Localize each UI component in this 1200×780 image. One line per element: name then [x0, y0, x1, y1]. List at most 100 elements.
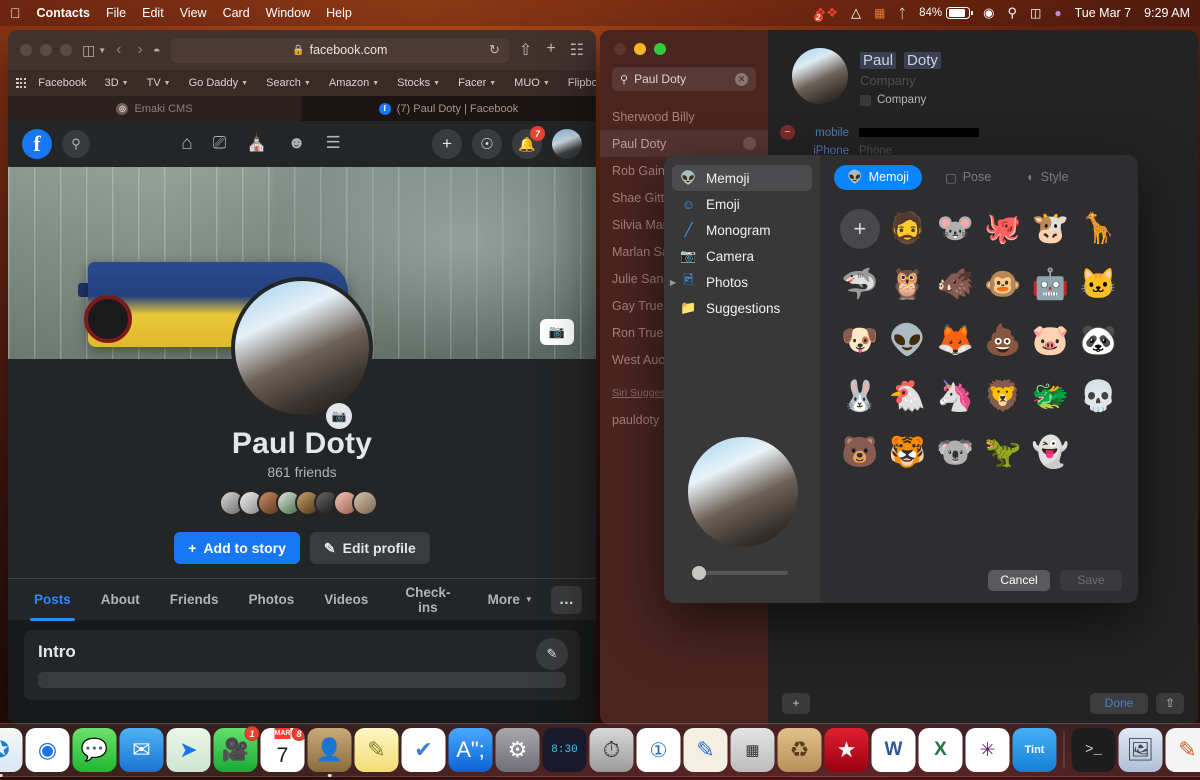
- picker-menu-item-monogram[interactable]: ╱ Monogram: [672, 217, 812, 243]
- memoji-cow[interactable]: 🐮: [1027, 205, 1075, 253]
- share-contact-button[interactable]: ⇧: [1156, 692, 1184, 714]
- facebook-logo-icon[interactable]: f: [22, 129, 52, 159]
- memoji-dinosaur[interactable]: 🦖: [979, 429, 1027, 477]
- menu-icon[interactable]: ☰: [325, 133, 340, 155]
- intro-edit-button[interactable]: ✎: [536, 638, 568, 670]
- new-tab-icon[interactable]: +: [546, 40, 555, 60]
- minimize-button[interactable]: [634, 43, 646, 55]
- back-button[interactable]: ‹: [116, 41, 121, 59]
- last-name-field[interactable]: Doty: [904, 52, 941, 69]
- memoji-pig[interactable]: 🐷: [1027, 317, 1075, 365]
- clear-icon[interactable]: ✕: [735, 72, 748, 86]
- bookmark-3d[interactable]: 3D ▼: [96, 77, 138, 89]
- phone-label[interactable]: mobile: [805, 127, 849, 139]
- dock-item-contacts[interactable]: 👤: [307, 728, 352, 777]
- tab-memoji[interactable]: 👽 Memoji: [834, 164, 922, 190]
- cancel-button[interactable]: Cancel: [988, 569, 1050, 591]
- zoom-button[interactable]: [60, 44, 72, 56]
- dock-item-calendar[interactable]: MAR 7 8: [260, 728, 305, 772]
- dock-item-messages[interactable]: 💬: [72, 728, 117, 772]
- phone-row-mobile[interactable]: − mobile: [780, 125, 979, 140]
- wifi-icon[interactable]: ◉: [983, 5, 994, 21]
- close-button[interactable]: [20, 44, 32, 56]
- picker-menu-item-camera[interactable]: 📷 Camera: [672, 243, 812, 269]
- friends-count[interactable]: 861 friends: [8, 464, 596, 480]
- bookmark-facer[interactable]: Facer ▼: [449, 77, 505, 89]
- chevron-down-icon[interactable]: ▼: [98, 46, 106, 55]
- memoji-robot[interactable]: 🤖: [1027, 261, 1075, 309]
- menu-item-help[interactable]: Help: [326, 6, 352, 20]
- create-button[interactable]: +: [432, 129, 462, 159]
- picker-menu-item-suggestions[interactable]: 📁 Suggestions: [672, 295, 812, 321]
- bookmark-search[interactable]: Search ▼: [257, 77, 320, 89]
- bookmark-muo[interactable]: MUO ▼: [505, 77, 559, 89]
- friend-thumbnail[interactable]: [352, 490, 378, 516]
- memoji-cat[interactable]: 🐱: [1074, 261, 1122, 309]
- memoji-ghost[interactable]: 👻: [1027, 429, 1075, 477]
- tab-videos[interactable]: Videos: [312, 579, 380, 621]
- memoji-monkey[interactable]: 🐵: [979, 261, 1027, 309]
- memoji-tiger[interactable]: 🐯: [884, 429, 932, 477]
- dock-item-grocery-bag[interactable]: ♻: [777, 728, 822, 772]
- dock-item-preview[interactable]: 🖼: [1118, 728, 1163, 772]
- tab-photos[interactable]: Photos: [237, 579, 307, 621]
- zoom-slider[interactable]: [692, 566, 788, 580]
- done-button[interactable]: Done: [1090, 692, 1148, 714]
- dock-item-notability[interactable]: ✎: [683, 728, 728, 772]
- memoji-bear[interactable]: 🐻: [836, 429, 884, 477]
- privacy-shield-icon[interactable]: ◓: [153, 43, 161, 58]
- dock-item-maps[interactable]: ➤: [166, 728, 211, 772]
- list-item[interactable]: Paul Doty: [600, 130, 768, 157]
- company-checkbox[interactable]: Company: [860, 94, 926, 106]
- forward-button[interactable]: ›: [137, 41, 142, 59]
- add-to-story-button[interactable]: + Add to story: [174, 532, 300, 564]
- dock-item-system-settings[interactable]: ⚙: [495, 728, 540, 772]
- friend-thumbnails[interactable]: [8, 490, 596, 516]
- memoji-fox[interactable]: 🦊: [931, 317, 979, 365]
- window-traffic-lights[interactable]: [20, 44, 72, 56]
- tab-pose[interactable]: ▢ Pose: [932, 165, 1004, 190]
- memoji-lion[interactable]: 🦁: [979, 373, 1027, 421]
- edit-profile-button[interactable]: ✎ Edit profile: [309, 532, 430, 564]
- avatar[interactable]: [552, 129, 582, 159]
- close-button[interactable]: [614, 43, 626, 55]
- bookmark-amazon[interactable]: Amazon ▼: [320, 77, 388, 89]
- dock-item-pokerstars[interactable]: ★: [824, 728, 869, 772]
- profile-avatar[interactable]: [231, 277, 373, 419]
- slider-thumb[interactable]: [692, 566, 706, 580]
- dock-item-screen-time[interactable]: ⏱: [589, 728, 634, 772]
- list-item[interactable]: Sherwood Billy: [600, 103, 768, 130]
- contacts-search-input[interactable]: ⚲ Paul Doty ✕: [612, 67, 756, 91]
- memoji-skull[interactable]: 💀: [1074, 373, 1122, 421]
- memoji-alien[interactable]: 👽: [884, 317, 932, 365]
- marketplace-icon[interactable]: ⛪: [246, 133, 267, 155]
- add-contact-button[interactable]: +: [782, 692, 810, 714]
- facebook-search-button[interactable]: ⚲: [62, 130, 90, 158]
- memoji-bearded-man[interactable]: 🧔: [884, 205, 932, 253]
- menubar-time[interactable]: 9:29 AM: [1144, 6, 1190, 20]
- apps-grid-icon[interactable]: ▦: [874, 6, 885, 20]
- bookmarks-bar[interactable]: Facebook 3D ▼ TV ▼ Go Daddy ▼ Search ▼ Amazo…: [8, 70, 596, 96]
- memoji-mouse[interactable]: 🐭: [931, 205, 979, 253]
- disclosure-triangle-icon[interactable]: ▶: [670, 278, 676, 287]
- dock-item-calculator[interactable]: ▦: [730, 728, 775, 772]
- groups-icon[interactable]: ☻: [288, 133, 306, 155]
- menu-item-window[interactable]: Window: [266, 6, 310, 20]
- picker-menu-item-photos[interactable]: ▶ 🖻 Photos: [670, 269, 812, 295]
- picker-menu-item-memoji[interactable]: 👽 Memoji: [672, 165, 812, 191]
- dock-item-slack[interactable]: ✳: [965, 728, 1010, 772]
- malwarebytes-icon[interactable]: △: [851, 5, 861, 21]
- memoji-owl[interactable]: 🦉: [884, 261, 932, 309]
- bookmark-go-daddy[interactable]: Go Daddy ▼: [180, 77, 257, 89]
- dock[interactable]: ☺ ▦ ✪ ◉ 💬 ✉ ➤ 🎥1 MAR 7 8 👤 ✎ ✔ A"; ⚙ 8:3…: [0, 723, 1200, 777]
- memoji-rabbit[interactable]: 🐰: [836, 373, 884, 421]
- memoji-giraffe[interactable]: 🦒: [1074, 205, 1122, 253]
- bookmarks-grid-icon[interactable]: [16, 77, 27, 89]
- picker-menu[interactable]: 👽 Memoji ☺ Emoji ╱ Monogram 📷 Camera ▶ 🖻…: [664, 155, 820, 321]
- company-field[interactable]: Company: [860, 73, 916, 88]
- dock-item-mail[interactable]: ✉: [119, 728, 164, 772]
- home-icon[interactable]: ⌂: [181, 133, 192, 155]
- zoom-button[interactable]: [654, 43, 666, 55]
- share-icon[interactable]: ⇧: [519, 40, 532, 60]
- first-name-field[interactable]: Paul: [860, 52, 897, 69]
